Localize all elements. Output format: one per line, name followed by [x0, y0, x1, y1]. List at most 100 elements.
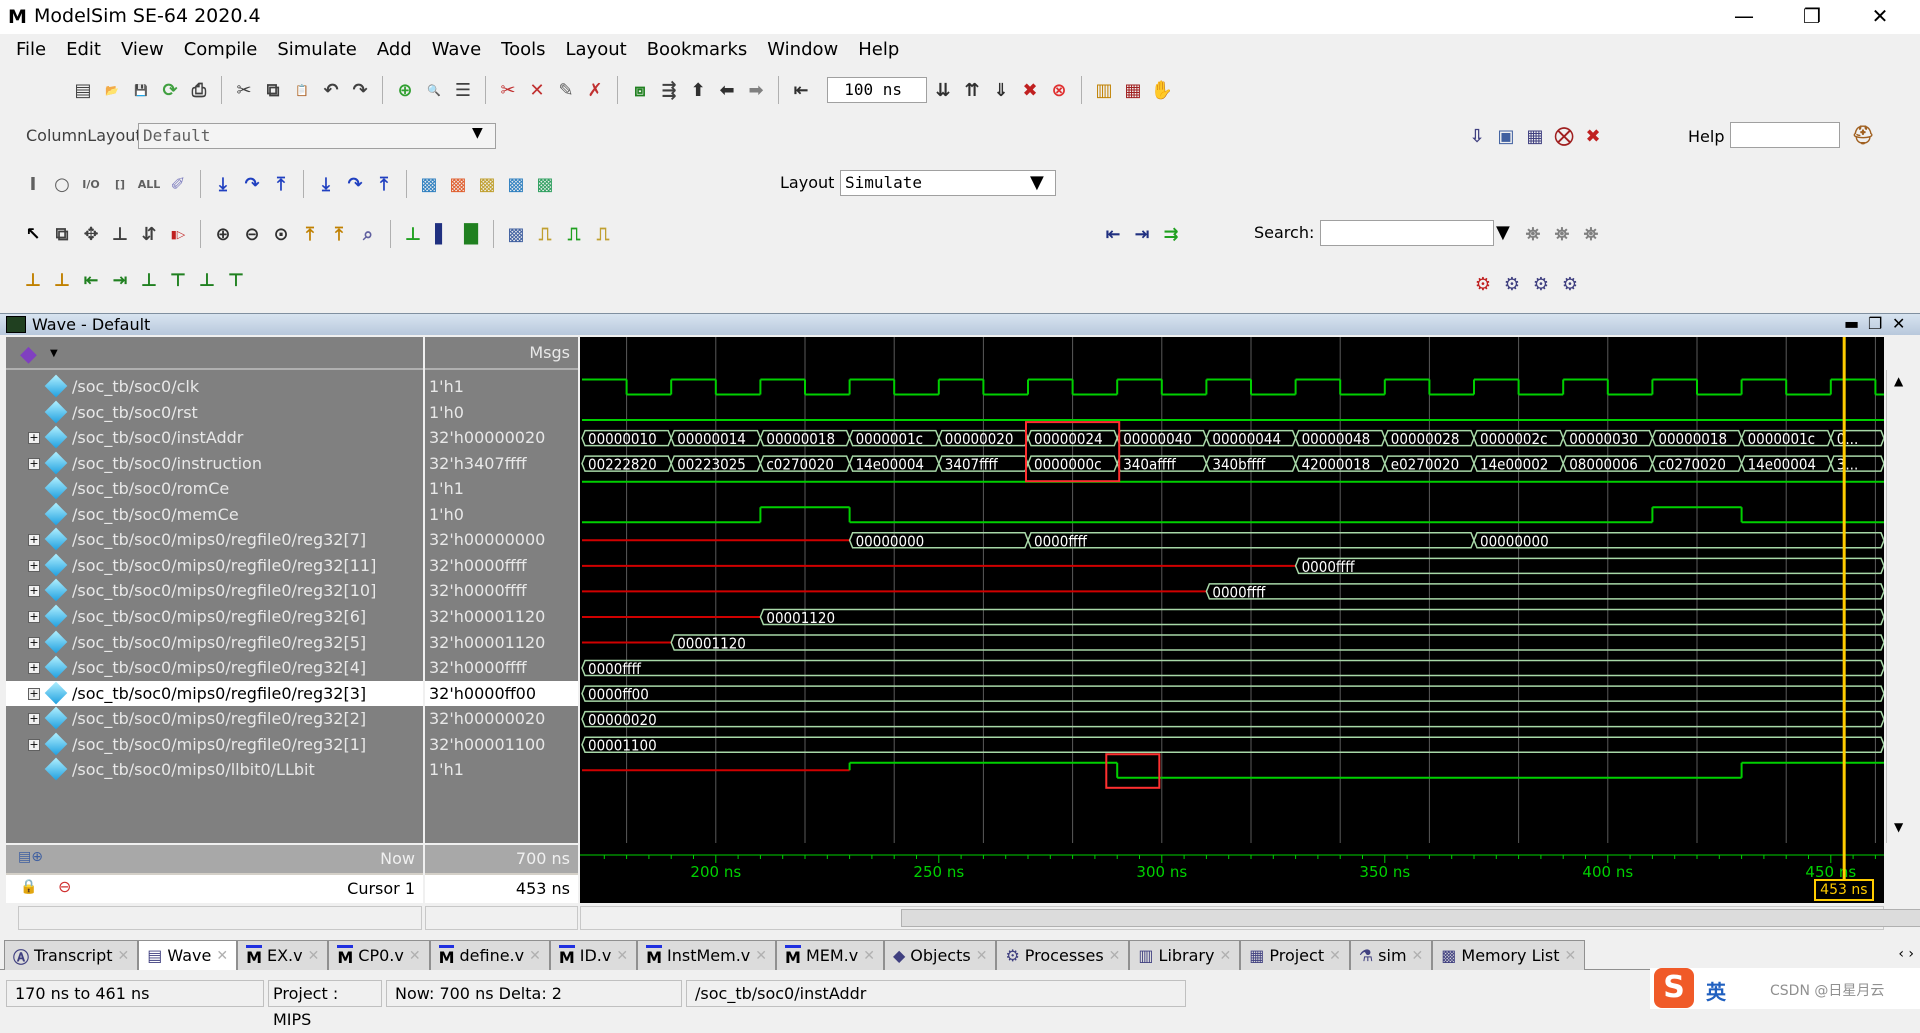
menu-compile[interactable]: Compile [174, 36, 268, 64]
tab-close-icon[interactable]: ✕ [409, 948, 421, 964]
signal-row[interactable]: + /soc_tb/soc0/mips0/regfile0/reg32[1] [6, 732, 423, 757]
tab-close-icon[interactable]: ✕ [308, 948, 320, 964]
cursor-add-icon[interactable]: ⊥ [400, 221, 426, 247]
restore-icon[interactable]: ❐ [1868, 314, 1882, 333]
edge-8-icon[interactable]: ⊤ [223, 267, 249, 293]
add-signals-icon[interactable]: ◆ [20, 342, 37, 367]
cut-icon[interactable]: ✂ [231, 77, 257, 103]
hand-icon[interactable]: ✋ [1149, 77, 1175, 103]
gear-2-icon[interactable]: ⚙ [1499, 271, 1525, 297]
ime-language[interactable]: 英 [1706, 976, 1726, 1005]
tab-cp0-v[interactable]: M CP0.v ✕ [328, 940, 430, 970]
zoom-cursor-2-icon[interactable]: ⤒ [326, 221, 352, 247]
menu-simulate[interactable]: Simulate [267, 36, 367, 64]
zoom-out-icon[interactable]: ⊖ [239, 221, 265, 247]
menu-edit[interactable]: Edit [56, 36, 111, 64]
wave-fmt-1-icon[interactable]: ▩ [503, 221, 529, 247]
menu-help[interactable]: Help [848, 36, 909, 64]
io-icon[interactable]: I/O [78, 171, 104, 197]
signal-row[interactable]: /soc_tb/soc0/clk [6, 374, 423, 399]
tab-ex-v[interactable]: M EX.v ✕ [237, 940, 329, 970]
all-icon[interactable]: ALL [136, 171, 162, 197]
tab-close-icon[interactable]: ✕ [118, 948, 130, 964]
expand-icon[interactable]: + [28, 738, 40, 751]
clear-icon[interactable]: ✗ [582, 77, 608, 103]
tab-memory-list[interactable]: ▩ Memory List ✕ [1432, 940, 1586, 970]
layout-3-icon[interactable]: ▩ [474, 171, 500, 197]
tab-library[interactable]: ▥ Library ✕ [1129, 940, 1241, 970]
layout-select[interactable]: Simulate [840, 170, 1056, 196]
copy-icon[interactable]: ⧉ [260, 77, 286, 103]
step-into-2-icon[interactable]: ⤓ [313, 171, 339, 197]
step-wave-icon[interactable]: ▮▷ [165, 221, 191, 247]
restart-icon[interactable]: ⇤ [788, 77, 814, 103]
tab-objects[interactable]: ◆ Objects ✕ [883, 940, 997, 970]
search-3-icon[interactable]: ⛯ [1578, 221, 1604, 247]
layout-5-icon[interactable]: ▩ [532, 171, 558, 197]
tab-close-icon[interactable]: ✕ [1219, 948, 1231, 964]
signal-row[interactable]: + /soc_tb/soc0/instruction [6, 451, 423, 476]
zoom-mode-icon[interactable]: ⧉ [49, 221, 75, 247]
search-1-icon[interactable]: ⛯ [1520, 221, 1546, 247]
edge-6-icon[interactable]: ⊤ [165, 267, 191, 293]
tab-project[interactable]: ▦ Project ✕ [1240, 940, 1350, 970]
tab-processes[interactable]: ⚙ Processes ✕ [996, 940, 1130, 970]
step-over-2-icon[interactable]: ↷ [342, 171, 368, 197]
run-all-icon[interactable]: ⇓ [988, 77, 1014, 103]
new-file-icon[interactable]: ▤ [70, 77, 96, 103]
chevron-down-icon[interactable]: ▼ [1030, 172, 1044, 193]
edit-icon[interactable]: ✎ [553, 77, 579, 103]
menu-window[interactable]: Window [757, 36, 848, 64]
wave-fmt-3-icon[interactable]: ⎍ [561, 221, 587, 247]
sogou-logo-icon[interactable]: S [1654, 968, 1694, 1008]
signal-row[interactable]: + /soc_tb/soc0/mips0/regfile0/reg32[6] [6, 604, 423, 629]
break-sim-icon[interactable]: ✖ [1017, 77, 1043, 103]
tab-close-icon[interactable]: ✕ [1109, 948, 1121, 964]
tab-close-icon[interactable]: ✕ [863, 948, 875, 964]
step-out-2-icon[interactable]: ⤒ [371, 171, 397, 197]
help-person-icon[interactable]: ⛑ [1850, 122, 1876, 148]
step-circle-icon[interactable]: ○ [49, 171, 75, 197]
column-layout-select[interactable]: Default [138, 123, 496, 149]
up-icon[interactable]: ⬆ [685, 77, 711, 103]
close-button[interactable]: ✕ [1852, 0, 1908, 34]
tab-scroll-icon[interactable]: ‹ › [1892, 940, 1920, 969]
name-pane-hscrollbar[interactable] [18, 906, 422, 930]
tab-close-icon[interactable]: ✕ [755, 948, 767, 964]
wand-icon[interactable]: ✐ [165, 171, 191, 197]
chevron-down-icon[interactable]: ▼ [1496, 222, 1510, 243]
edge-3-icon[interactable]: ⇤ [78, 267, 104, 293]
tab-transcript[interactable]: Ⓐ Transcript ✕ [4, 940, 139, 970]
wave-fmt-2-icon[interactable]: ⎍ [532, 221, 558, 247]
edit-wave-icon[interactable]: ⇵ [136, 221, 162, 247]
signal-row[interactable]: + /soc_tb/soc0/mips0/regfile0/reg32[2] [6, 706, 423, 731]
scroll-thumb[interactable] [901, 909, 1920, 927]
chevron-down-icon[interactable]: ▼ [472, 125, 483, 141]
step-into-icon[interactable]: ⤓ [210, 171, 236, 197]
expand-icon[interactable]: + [28, 636, 40, 649]
gear-3-icon[interactable]: ⚙ [1528, 271, 1554, 297]
lock-cursor-icon[interactable]: 🔒 [20, 879, 37, 895]
expand-icon[interactable]: + [28, 457, 40, 470]
signal-row[interactable]: /soc_tb/soc0/memCe [6, 502, 423, 527]
menu-wave[interactable]: Wave [422, 36, 491, 64]
compile-icon[interactable]: ⇶ [656, 77, 682, 103]
forward-icon[interactable]: ➡ [743, 77, 769, 103]
performance-icon[interactable]: ▥ [1091, 77, 1117, 103]
signal-row[interactable]: /soc_tb/soc0/rst [6, 400, 423, 425]
gear-1-icon[interactable]: ⚙ [1470, 271, 1496, 297]
signal-row[interactable]: + /soc_tb/soc0/instAddr [6, 425, 423, 450]
paste-icon[interactable]: 📋 [289, 77, 315, 103]
zoom-cursor-1-icon[interactable]: ⤒ [297, 221, 323, 247]
find-prev-icon[interactable]: ⇤ [1100, 221, 1126, 247]
wave-icon-2[interactable]: ▣ [1493, 123, 1519, 149]
open-folder-icon[interactable]: 📂 [99, 77, 125, 103]
edge-4-icon[interactable]: ⇥ [107, 267, 133, 293]
edge-7-icon[interactable]: ⊥ [194, 267, 220, 293]
reload-icon[interactable]: ⟳ [157, 77, 183, 103]
find-edge-icon[interactable]: ⇉ [1158, 221, 1184, 247]
cursor-row[interactable]: 🔒 ⊖ Cursor 1 [6, 875, 423, 903]
collapse-icon[interactable]: ☰ [450, 77, 476, 103]
environment-icon[interactable]: ⧈ [627, 77, 653, 103]
signal-row[interactable]: /soc_tb/soc0/romCe [6, 476, 423, 501]
